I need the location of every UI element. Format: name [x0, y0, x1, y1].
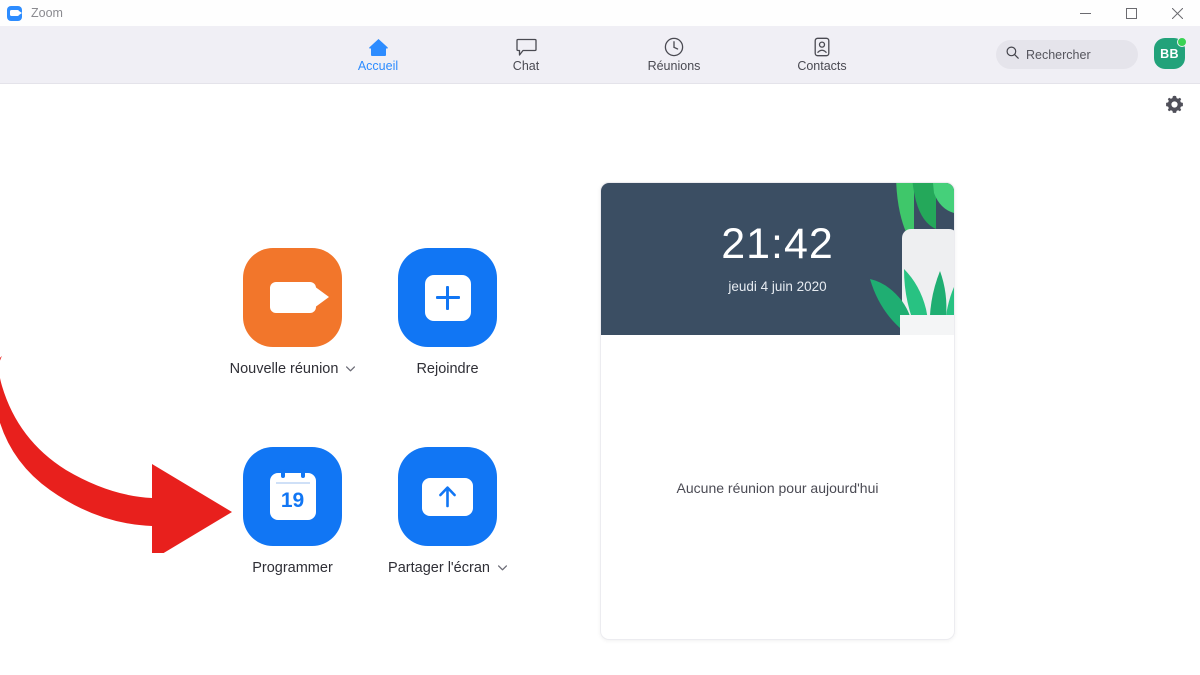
nav-item-contacts[interactable]: Contacts — [774, 29, 870, 81]
nav-item-chat[interactable]: Chat — [478, 29, 574, 81]
clock-date: jeudi 4 juin 2020 — [601, 279, 954, 294]
schedule-label: Programmer — [252, 560, 333, 576]
meetings-list: Aucune réunion pour aujourd'hui — [601, 335, 954, 640]
status-badge — [1177, 37, 1187, 47]
home-icon — [368, 36, 389, 57]
nav-item-label: Accueil — [358, 60, 398, 73]
avatar[interactable]: BB — [1154, 38, 1188, 72]
clock-icon — [664, 36, 684, 57]
search-box[interactable] — [996, 40, 1138, 69]
window-controls — [1062, 0, 1200, 26]
new-meeting-label: Nouvelle réunion — [230, 361, 339, 377]
main-navigation-bar: Accueil Chat Réunions — [0, 26, 1200, 84]
plus-icon — [398, 248, 497, 347]
settings-button[interactable] — [1161, 94, 1187, 120]
join-label: Rejoindre — [416, 361, 478, 377]
minimize-icon[interactable] — [1062, 0, 1108, 26]
clock-widget: 21:42 jeudi 4 juin 2020 — [601, 183, 954, 335]
share-screen-arrow-icon — [398, 447, 497, 546]
nav-item-label: Contacts — [797, 60, 846, 73]
red-curved-arrow — [0, 348, 242, 553]
chat-icon — [516, 36, 537, 57]
quick-actions: Nouvelle réunion Rejoindre — [243, 248, 543, 576]
share-screen-label: Partager l'écran — [388, 560, 490, 576]
zoom-camera-icon — [7, 6, 22, 21]
close-icon[interactable] — [1154, 0, 1200, 26]
schedule-button[interactable]: 19 Programmer — [243, 447, 342, 576]
contacts-icon — [812, 36, 832, 57]
calendar-day-number: 19 — [281, 490, 304, 520]
empty-state-message: Aucune réunion pour aujourd'hui — [601, 480, 954, 496]
join-meeting-button[interactable]: Rejoindre — [398, 248, 497, 377]
nav-item-accueil[interactable]: Accueil — [330, 29, 426, 81]
chevron-down-icon[interactable] — [498, 565, 507, 571]
maximize-icon[interactable] — [1108, 0, 1154, 26]
share-screen-button[interactable]: Partager l'écran — [398, 447, 497, 576]
search-input[interactable] — [1026, 48, 1126, 62]
clock-time: 21:42 — [601, 223, 954, 266]
calendar-icon: 19 — [243, 447, 342, 546]
window-title: Zoom — [31, 6, 63, 20]
search-icon — [1006, 46, 1019, 64]
title-bar: Zoom — [0, 0, 1200, 26]
zoom-app-window: Zoom Accueil — [0, 0, 1200, 675]
gear-icon — [1165, 95, 1184, 119]
nav-item-label: Chat — [513, 60, 539, 73]
meetings-panel: 21:42 jeudi 4 juin 2020 Aucune réunion p… — [600, 182, 955, 640]
nav-item-reunions[interactable]: Réunions — [626, 29, 722, 81]
video-camera-icon — [243, 248, 342, 347]
new-meeting-button[interactable]: Nouvelle réunion — [243, 248, 342, 377]
chevron-down-icon[interactable] — [346, 366, 355, 372]
nav-item-label: Réunions — [648, 60, 701, 73]
